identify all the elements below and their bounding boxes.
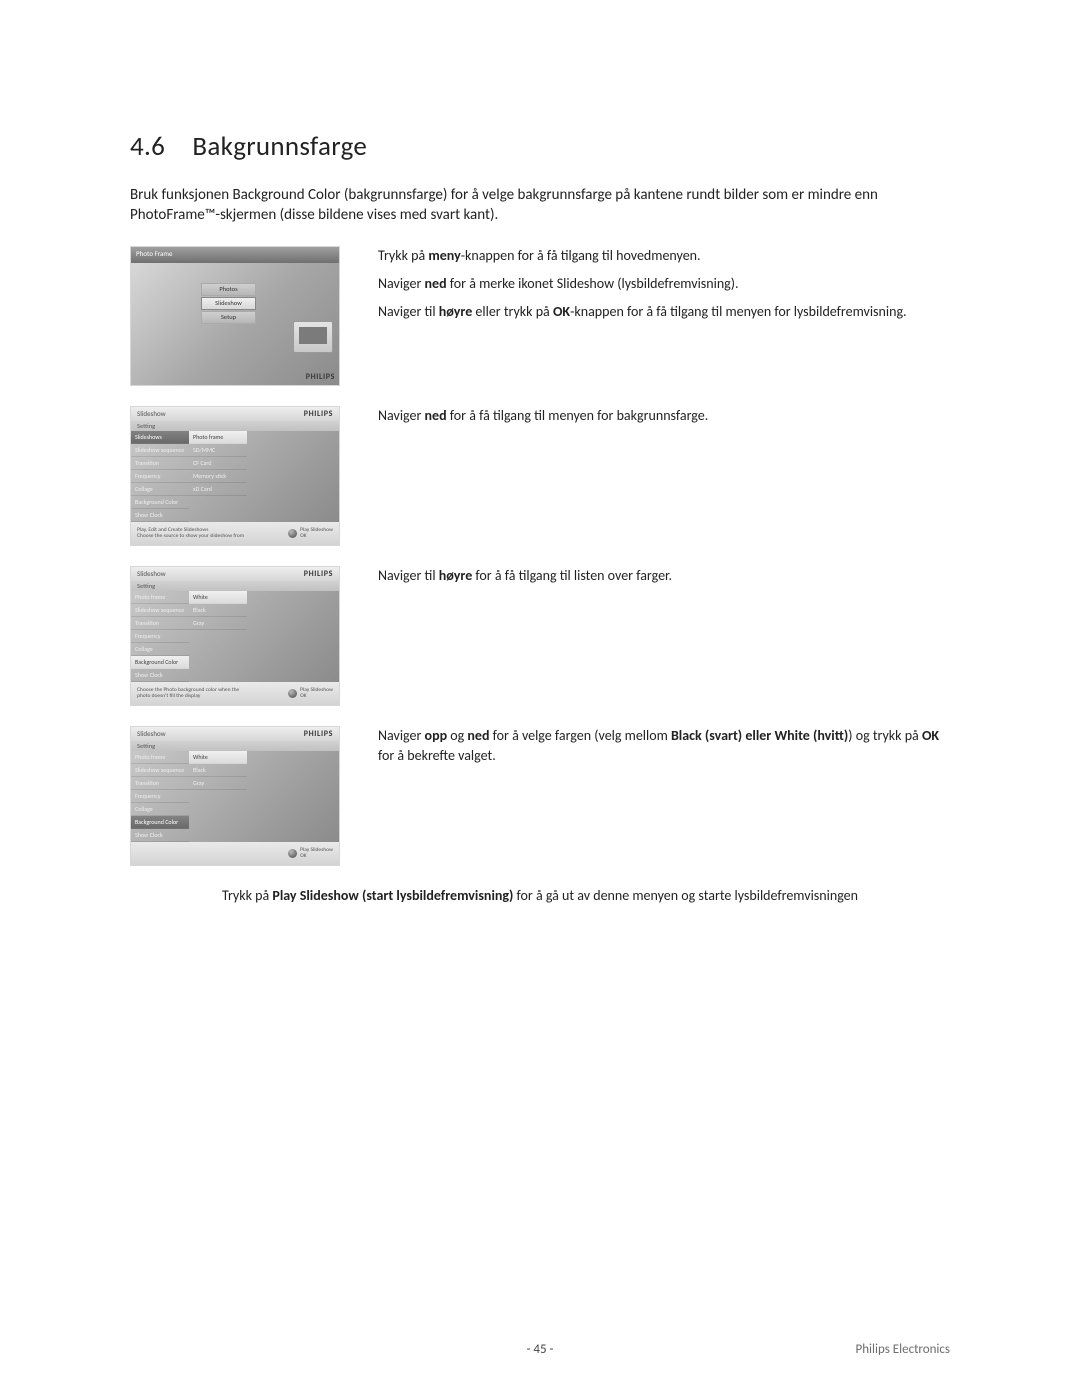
brand-label: PHILIPS: [304, 729, 333, 739]
ok-icon: [288, 849, 297, 858]
step-4-thumb: Slideshow PHILIPS Setting Photo frame Sl…: [130, 726, 360, 866]
screenshot-color-select: Slideshow PHILIPS Setting Photo frame Sl…: [130, 726, 340, 866]
step-2-text: Naviger ned for å få tilgang til menyen …: [360, 406, 950, 434]
screenshot-subheader: Setting: [131, 421, 339, 431]
step-1-text: Trykk på meny-knappen for å få tilgang t…: [360, 246, 950, 331]
step-1: Photo Frame Photos Slideshow Setup PHILI…: [130, 246, 950, 386]
list-item: Photo frame: [131, 751, 189, 764]
list-item: Show Clock: [131, 509, 189, 522]
page-number: - 45 -: [526, 1342, 553, 1357]
left-column: Slideshows Slideshow sequence Transition…: [131, 431, 189, 522]
list-item-selected: Background Color: [131, 656, 189, 669]
section-title: Bakgrunnsfarge: [192, 130, 367, 163]
screenshot-header: Slideshow PHILIPS: [131, 567, 339, 581]
step-line: Naviger ned for å merke ikonet Slideshow…: [378, 274, 950, 294]
footer-ok: Play Slideshow OK: [288, 847, 333, 859]
screenshot-body: Slideshows Slideshow sequence Transition…: [131, 431, 339, 522]
menu-item: Photos: [201, 283, 256, 296]
list-item-selected: White: [189, 751, 247, 764]
section-number: 4.6: [130, 130, 186, 163]
left-column: Photo frame Slideshow sequence Transitio…: [131, 591, 189, 682]
step-line: Naviger opp og ned for å velge fargen (v…: [378, 726, 950, 767]
screenshot-subheader: Setting: [131, 581, 339, 591]
brand-label: PHILIPS: [304, 409, 333, 419]
right-column: White Black Gray: [189, 591, 247, 682]
list-item: Black: [189, 604, 247, 617]
step-line: Naviger til høyre eller trykk på OK-knap…: [378, 302, 950, 322]
screenshot-slideshow-settings: Slideshow PHILIPS Setting Slideshows Sli…: [130, 406, 340, 546]
section-heading: 4.6 Bakgrunnsfarge: [130, 130, 950, 163]
step-line: Trykk på meny-knappen for å få tilgang t…: [378, 246, 950, 266]
list-item: Transition: [131, 777, 189, 790]
list-item: Black: [189, 764, 247, 777]
list-item: Slideshow sequence: [131, 764, 189, 777]
screenshot-footer: Choose the Photo background color when t…: [131, 682, 339, 705]
footer-ok: Play Slideshow OK: [288, 527, 333, 539]
list-item: Gray: [189, 777, 247, 790]
list-item: Slideshow sequence: [131, 604, 189, 617]
step-line: Naviger ned for å få tilgang til menyen …: [378, 406, 950, 426]
step-2: Slideshow PHILIPS Setting Slideshows Sli…: [130, 406, 950, 546]
left-column: Photo frame Slideshow sequence Transitio…: [131, 751, 189, 842]
step-3: Slideshow PHILIPS Setting Photo frame Sl…: [130, 566, 950, 706]
list-item: Memory stick: [189, 470, 247, 483]
list-item: Frequency: [131, 790, 189, 803]
screenshot-footer: Play, Edit and Create Slideshows Choose …: [131, 522, 339, 545]
screenshot-subheader: Setting: [131, 741, 339, 751]
list-item: Background Color: [131, 496, 189, 509]
list-item: Transition: [131, 617, 189, 630]
list-item: CF Card: [189, 457, 247, 470]
list-item: Show Clock: [131, 669, 189, 682]
right-column: White Black Gray: [189, 751, 247, 842]
manual-page: 4.6 Bakgrunnsfarge Bruk funksjonen Backg…: [0, 0, 1080, 1397]
footer-hint: Choose the Photo background color when t…: [137, 687, 239, 699]
screenshot-header: Slideshow PHILIPS: [131, 727, 339, 741]
ok-icon: [288, 529, 297, 538]
list-item: White: [189, 591, 247, 604]
list-item: Background Color: [131, 816, 189, 829]
page-footer: - 45 - Philips Electronics: [0, 1342, 1080, 1357]
menu-item: Setup: [201, 311, 256, 324]
list-item: Collage: [131, 643, 189, 656]
intro-paragraph: Bruk funksjonen Background Color (bakgru…: [130, 185, 950, 226]
screenshot-title: Photo Frame: [131, 247, 339, 263]
step-3-text: Naviger til høyre for å få tilgang til l…: [360, 566, 950, 594]
ok-icon: [288, 689, 297, 698]
preview-icon: [293, 321, 333, 353]
brand-label: PHILIPS: [306, 372, 335, 382]
list-item: Collage: [131, 803, 189, 816]
list-item: Transition: [131, 457, 189, 470]
screenshot-header: Slideshow PHILIPS: [131, 407, 339, 421]
menu-item-selected: Slideshow: [201, 297, 256, 310]
list-item: Frequency: [131, 630, 189, 643]
screenshot-main-menu: Photo Frame Photos Slideshow Setup PHILI…: [130, 246, 340, 386]
screenshot-body: Photo frame Slideshow sequence Transitio…: [131, 751, 339, 842]
list-item: Collage: [131, 483, 189, 496]
list-item: Frequency: [131, 470, 189, 483]
step-4-text: Naviger opp og ned for å velge fargen (v…: [360, 726, 950, 775]
screenshot-body: Photo frame Slideshow sequence Transitio…: [131, 591, 339, 682]
list-item: xD Card: [189, 483, 247, 496]
list-item: Slideshow sequence: [131, 444, 189, 457]
footer-ok: Play Slideshow OK: [288, 687, 333, 699]
screenshot-menu: Photos Slideshow Setup: [201, 283, 256, 325]
footer-hint: Play, Edit and Create Slideshows Choose …: [137, 527, 244, 539]
list-item: Show Clock: [131, 829, 189, 842]
step-line: Naviger til høyre for å få tilgang til l…: [378, 566, 950, 586]
list-item-selected: Slideshows: [131, 431, 189, 444]
list-item: Photo frame: [189, 431, 247, 444]
list-item: SD/MMC: [189, 444, 247, 457]
screenshot-background-color-menu: Slideshow PHILIPS Setting Photo frame Sl…: [130, 566, 340, 706]
step-1-thumb: Photo Frame Photos Slideshow Setup PHILI…: [130, 246, 360, 386]
screenshot-footer: Play Slideshow OK: [131, 842, 339, 865]
right-column: Photo frame SD/MMC CF Card Memory stick …: [189, 431, 247, 522]
step-2-thumb: Slideshow PHILIPS Setting Slideshows Sli…: [130, 406, 360, 546]
brand-label: PHILIPS: [304, 569, 333, 579]
closing-instruction: Trykk på Play Slideshow (start lysbildef…: [130, 886, 950, 906]
step-3-thumb: Slideshow PHILIPS Setting Photo frame Sl…: [130, 566, 360, 706]
publisher: Philips Electronics: [855, 1342, 950, 1357]
list-item: Gray: [189, 617, 247, 630]
list-item: Photo frame: [131, 591, 189, 604]
step-4: Slideshow PHILIPS Setting Photo frame Sl…: [130, 726, 950, 866]
